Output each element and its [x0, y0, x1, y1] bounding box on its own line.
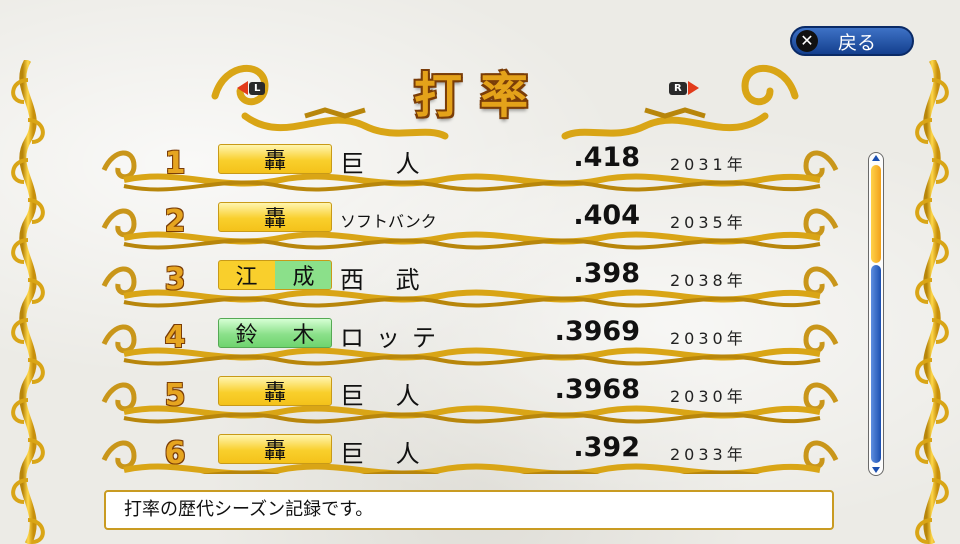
left-border-ornament: [11, 60, 45, 544]
scroll-thumb[interactable]: [871, 165, 881, 263]
team-name: 巨 人: [340, 440, 432, 468]
rank-number: 4: [164, 320, 186, 355]
player-name: 轟: [218, 202, 332, 232]
next-category-button[interactable]: R: [668, 80, 699, 96]
batting-average: .404: [573, 200, 640, 231]
team-name: ロッテ: [340, 324, 448, 352]
rank-number: 1: [164, 146, 186, 181]
player-name: 江 成: [218, 260, 332, 290]
arrow-left-icon: [237, 81, 248, 95]
x-icon: ✕: [796, 30, 818, 52]
player-name: 鈴 木: [218, 318, 332, 348]
l-key-label: L: [249, 81, 266, 95]
back-label: 戻る: [838, 31, 877, 54]
scroll-up-icon[interactable]: [872, 155, 880, 161]
arrow-right-icon: [687, 81, 699, 95]
season-year: 2030年: [670, 387, 747, 406]
description-box: 打率の歴代シーズン記録です。: [104, 490, 834, 530]
record-row[interactable]: 6 轟 巨 人 .392 2033年: [100, 430, 840, 474]
team-name: 巨 人: [340, 382, 432, 410]
rank-number: 3: [164, 262, 186, 297]
season-year: 2030年: [670, 329, 747, 348]
record-row[interactable]: 1 轟 巨 人 .418 2031年: [100, 140, 840, 198]
record-row[interactable]: 2 轟 ソフトバンク .404 2035年: [100, 198, 840, 256]
rank-number: 5: [164, 378, 186, 413]
screen-title: 打率: [413, 68, 546, 124]
scroll-down-icon[interactable]: [872, 467, 880, 473]
title-ornament-right: [561, 64, 799, 140]
batting-average: .418: [573, 142, 640, 173]
right-border-ornament: [915, 60, 949, 544]
season-year: 2035年: [670, 213, 747, 232]
team-name: 西 武: [340, 266, 432, 294]
team-name: 巨 人: [340, 150, 432, 178]
batting-average: .3968: [554, 374, 640, 405]
season-year: 2038年: [670, 271, 747, 290]
season-year: 2033年: [670, 445, 747, 464]
back-button[interactable]: ✕ 戻る: [790, 26, 914, 56]
team-name: ソフトバンク: [340, 212, 437, 231]
r-key-label: R: [669, 81, 687, 95]
scrollbar[interactable]: [868, 152, 884, 476]
scroll-track: [871, 265, 881, 463]
player-name: 轟: [218, 144, 332, 174]
record-row[interactable]: 5 轟 巨 人 .3968 2030年: [100, 372, 840, 430]
player-name: 轟: [218, 376, 332, 406]
batting-average: .392: [573, 432, 640, 463]
record-row[interactable]: 3 江 成 西 武 .398 2038年: [100, 256, 840, 314]
rank-number: 6: [164, 436, 186, 471]
season-year: 2031年: [670, 155, 747, 174]
record-list: 1 轟 巨 人 .418 2031年 2 轟 ソフトバンク .404 2035年…: [100, 140, 840, 474]
prev-category-button[interactable]: L: [237, 80, 266, 96]
batting-average: .3969: [554, 316, 640, 347]
rank-number: 2: [164, 204, 186, 239]
player-name: 轟: [218, 434, 332, 464]
record-row[interactable]: 4 鈴 木 ロッテ .3969 2030年: [100, 314, 840, 372]
batting-average: .398: [573, 258, 640, 289]
